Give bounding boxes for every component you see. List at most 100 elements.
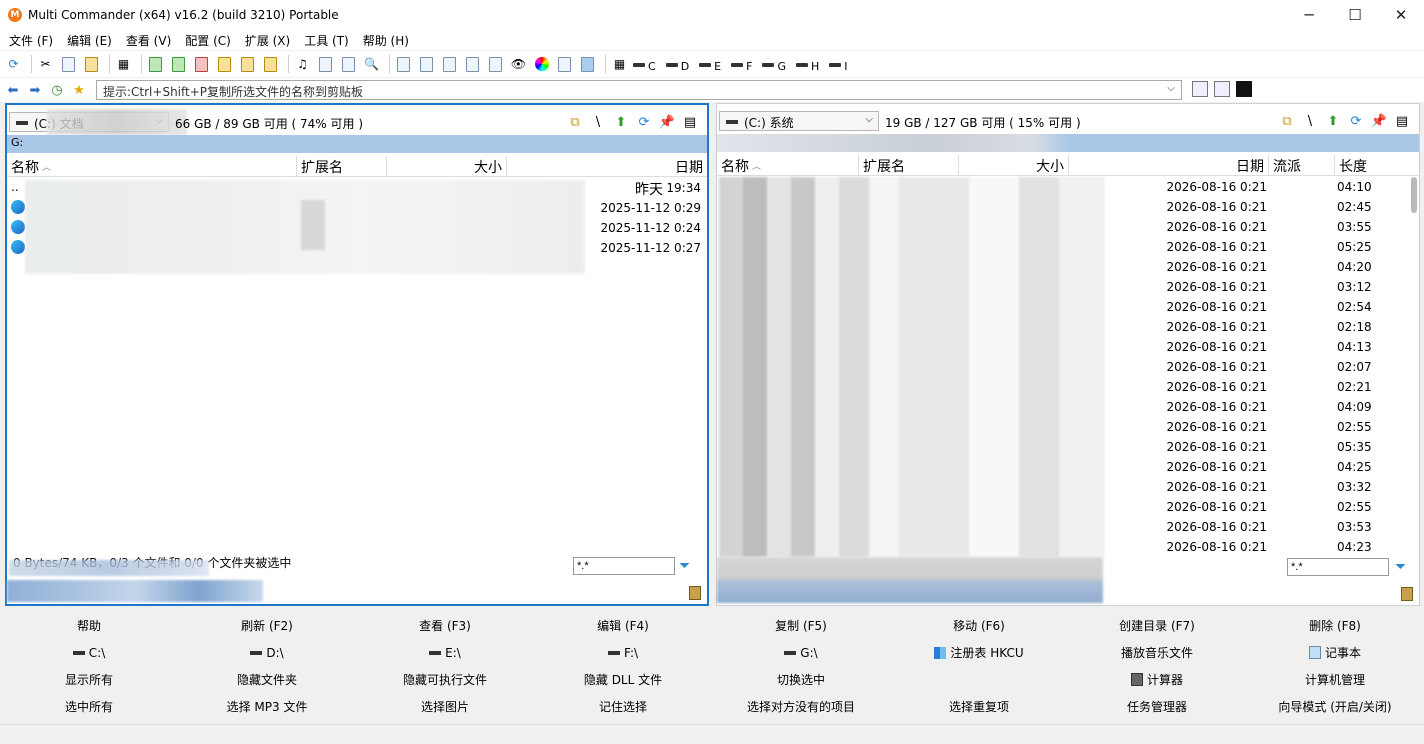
vertical-scrollbar[interactable] <box>1411 177 1417 213</box>
function-button[interactable]: 向导模式 (开启/关闭) <box>1246 693 1424 720</box>
delete-file-icon[interactable] <box>192 55 211 74</box>
column-name[interactable]: 名称 ︿ <box>717 155 859 176</box>
refresh-icon[interactable]: ⟳ <box>635 113 653 131</box>
drive-button-c[interactable]: C <box>633 55 656 73</box>
function-button[interactable]: 帮助 <box>0 612 178 639</box>
recycle-bin-icon[interactable] <box>1401 587 1413 601</box>
menu-help[interactable]: 帮助 (H) <box>356 32 416 49</box>
view-mode-icon[interactable]: ▤ <box>1393 112 1411 130</box>
function-button[interactable]: 记住选择 <box>534 693 712 720</box>
filter-input[interactable] <box>1287 558 1389 576</box>
function-button[interactable]: 选择重复项 <box>890 693 1068 720</box>
root-icon[interactable]: \ <box>589 113 607 131</box>
column-date[interactable]: 日期 <box>507 156 707 177</box>
column-ext[interactable]: 扩展名 <box>297 156 387 177</box>
monitor-icon[interactable] <box>578 55 597 74</box>
function-button[interactable]: F:\ <box>534 639 712 666</box>
drive-button-h[interactable]: H <box>795 55 819 73</box>
function-button[interactable]: 隐藏 DLL 文件 <box>534 666 712 693</box>
package-icon[interactable] <box>238 55 257 74</box>
right-file-panel[interactable]: (C:) 系统 ⌵ 19 GB / 127 GB 可用 ( 15% 可用 ) ⧉… <box>716 103 1420 606</box>
path-bar[interactable]: G: <box>7 135 707 153</box>
up-folder-icon[interactable]: ⬆ <box>612 113 630 131</box>
function-button[interactable]: 显示所有 <box>0 666 178 693</box>
function-button[interactable]: G:\ <box>712 639 890 666</box>
column-length[interactable]: 长度 <box>1335 155 1419 176</box>
function-button[interactable]: 删除 (F8) <box>1246 612 1424 639</box>
column-size[interactable]: 大小 <box>959 155 1069 176</box>
function-button[interactable]: 刷新 (F2) <box>178 612 356 639</box>
cut-icon[interactable]: ✂ <box>36 55 55 74</box>
close-button[interactable]: ✕ <box>1378 0 1424 30</box>
forward-icon[interactable]: ➡ <box>26 81 44 99</box>
command-input[interactable]: 提示:Ctrl+Shift+P复制所选文件的名称到剪贴板 ⌵ <box>96 80 1182 100</box>
drive-selector[interactable]: (C:) 系统 ⌵ <box>719 111 879 131</box>
drive-button-g[interactable]: G <box>762 55 786 73</box>
function-button[interactable]: 选择 MP3 文件 <box>178 693 356 720</box>
drives-grid-icon[interactable]: ▦ <box>610 55 629 74</box>
function-button[interactable]: 复制 (F5) <box>712 612 890 639</box>
filter-funnel-icon[interactable]: ⏷ <box>1395 559 1411 575</box>
function-button[interactable]: 查看 (F3) <box>356 612 534 639</box>
menu-view[interactable]: 查看 (V) <box>119 32 178 49</box>
drive-button-e[interactable]: E <box>699 55 721 73</box>
history-icon[interactable]: ◷ <box>48 81 66 99</box>
function-button[interactable]: C:\ <box>0 639 178 666</box>
terminal-icon[interactable] <box>1236 81 1252 97</box>
function-button[interactable]: D:\ <box>178 639 356 666</box>
doc-view-icon[interactable] <box>316 55 335 74</box>
copy-file-icon[interactable] <box>169 55 188 74</box>
pin-icon[interactable]: 📌 <box>1370 112 1388 130</box>
menu-tools[interactable]: 工具 (T) <box>297 32 356 49</box>
function-button[interactable]: 记事本 <box>1246 639 1424 666</box>
favorites-star-icon[interactable]: ★ <box>70 81 88 99</box>
notes-icon[interactable] <box>486 55 505 74</box>
new-file-icon[interactable] <box>146 55 165 74</box>
copy-name-icon[interactable] <box>440 55 459 74</box>
size-icon[interactable] <box>394 55 413 74</box>
compare-icon[interactable]: ⧉ <box>566 113 584 131</box>
maximize-button[interactable]: ☐ <box>1332 0 1378 30</box>
copy-icon[interactable] <box>59 55 78 74</box>
paste-icon[interactable] <box>82 55 101 74</box>
search-icon[interactable]: 🔍 <box>362 55 381 74</box>
eye-icon[interactable]: 👁 <box>509 55 528 74</box>
compare-icon[interactable]: ⧉ <box>1278 112 1296 130</box>
drive-button-d[interactable]: D <box>665 55 689 73</box>
notepad-icon[interactable] <box>1192 81 1208 97</box>
menu-config[interactable]: 配置 (C) <box>178 32 238 49</box>
minimize-button[interactable]: ─ <box>1286 0 1332 30</box>
function-button[interactable]: 选择对方没有的项目 <box>712 693 890 720</box>
column-size[interactable]: 大小 <box>387 156 507 177</box>
up-folder-icon[interactable]: ⬆ <box>1324 112 1342 130</box>
column-name[interactable]: 名称 ︿ <box>7 156 297 177</box>
doc-edit-icon[interactable] <box>339 55 358 74</box>
function-button[interactable]: 计算器 <box>1068 666 1246 693</box>
copy-path-icon[interactable] <box>417 55 436 74</box>
function-button[interactable]: 任务管理器 <box>1068 693 1246 720</box>
pin-icon[interactable]: 📌 <box>658 113 676 131</box>
function-button[interactable]: 播放音乐文件 <box>1068 639 1246 666</box>
column-genre[interactable]: 流派 <box>1269 155 1335 176</box>
column-date[interactable]: 日期 <box>1069 155 1269 176</box>
drive-button-i[interactable]: I <box>829 55 848 73</box>
root-icon[interactable]: \ <box>1301 112 1319 130</box>
function-button[interactable]: 隐藏可执行文件 <box>356 666 534 693</box>
left-file-panel[interactable]: (C:) 文档 ⌵ 66 GB / 89 GB 可用 ( 74% 可用 ) ⧉ … <box>5 103 709 606</box>
music-icon[interactable]: ♫ <box>293 55 312 74</box>
layout-icon[interactable]: ▦ <box>114 55 133 74</box>
view-mode-icon[interactable]: ▤ <box>681 113 699 131</box>
function-button[interactable]: 选择图片 <box>356 693 534 720</box>
function-button[interactable]: 注册表 HKCU <box>890 639 1068 666</box>
extract-icon[interactable] <box>261 55 280 74</box>
path-bar[interactable] <box>717 134 1419 152</box>
back-icon[interactable]: ⬅ <box>4 81 22 99</box>
menu-edit[interactable]: 编辑 (E) <box>60 32 119 49</box>
column-ext[interactable]: 扩展名 <box>859 155 959 176</box>
function-button[interactable]: 选中所有 <box>0 693 178 720</box>
calculator-icon[interactable] <box>1214 81 1230 97</box>
refresh-icon[interactable]: ⟳ <box>1347 112 1365 130</box>
function-button[interactable]: 编辑 (F4) <box>534 612 712 639</box>
function-button[interactable]: 创建目录 (F7) <box>1068 612 1246 639</box>
drive-button-f[interactable]: F <box>731 55 752 73</box>
